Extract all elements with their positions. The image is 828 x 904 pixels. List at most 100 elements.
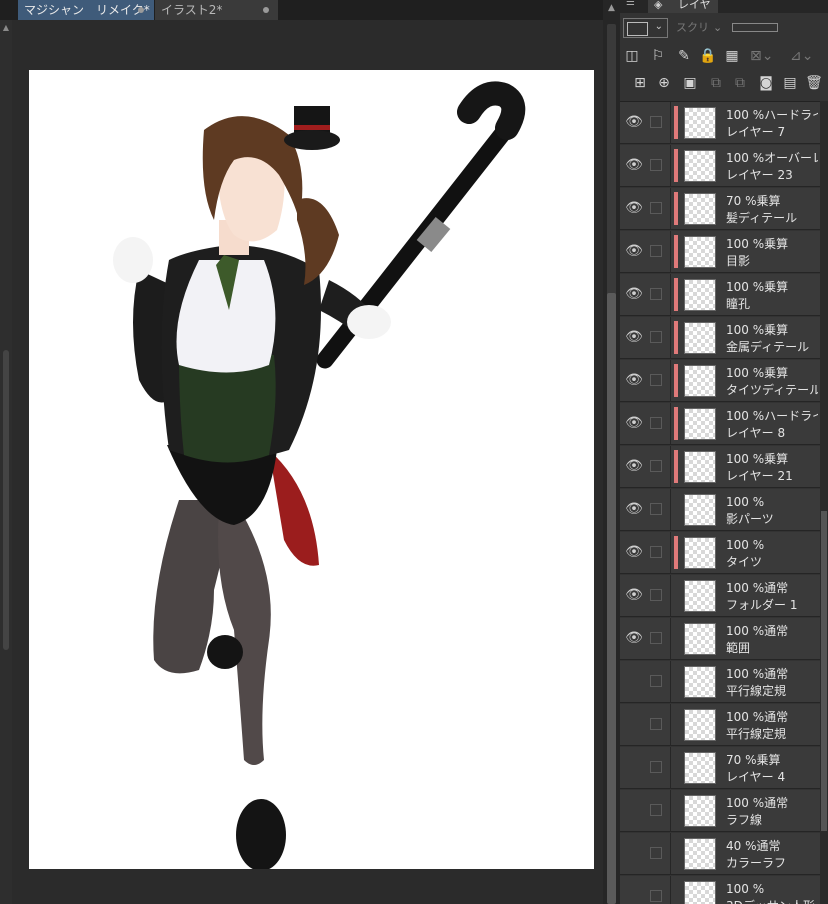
panel-menu-icon[interactable]: ☰ bbox=[626, 0, 635, 8]
eye-icon[interactable]: 👁 bbox=[624, 457, 644, 475]
eye-icon[interactable]: 👁 bbox=[624, 586, 644, 604]
lock-checkbox[interactable] bbox=[650, 589, 662, 601]
layer-name[interactable]: ラフ線 bbox=[726, 812, 818, 828]
tab-illust2[interactable]: イラスト2* bbox=[155, 0, 278, 20]
eye-icon[interactable]: 👁 bbox=[624, 328, 644, 346]
layer-name[interactable]: レイヤー 7 bbox=[726, 124, 818, 140]
eye-icon[interactable]: 👁 bbox=[624, 199, 644, 217]
layer-thumbnail[interactable] bbox=[684, 709, 716, 741]
layer-row[interactable]: 👁 100 % 影パーツ bbox=[620, 489, 820, 531]
lock-checkbox[interactable] bbox=[650, 245, 662, 257]
scrollbar-thumb[interactable] bbox=[607, 293, 616, 904]
layer-row[interactable]: 👁 100 %乗算 金属ディテール bbox=[620, 317, 820, 359]
eye-icon[interactable]: 👁 bbox=[624, 242, 644, 260]
layer-thumbnail[interactable] bbox=[684, 279, 716, 311]
ruler-icon[interactable]: ⊿⌄ bbox=[790, 45, 813, 67]
layer-name[interactable]: 瞳孔 bbox=[726, 296, 818, 312]
layer-name[interactable]: 影パーツ bbox=[726, 511, 818, 527]
layer-thumbnail[interactable] bbox=[684, 494, 716, 526]
eye-icon[interactable] bbox=[624, 844, 644, 862]
layer-thumbnail[interactable] bbox=[684, 838, 716, 870]
layer-name[interactable]: 髪ディテール bbox=[726, 210, 818, 226]
eye-icon[interactable] bbox=[624, 715, 644, 733]
transfer-down-icon[interactable]: ⧉ bbox=[706, 72, 726, 94]
delete-icon[interactable]: 🗑 bbox=[804, 72, 824, 94]
layer-row[interactable]: 👁 100 %乗算 タイツディテール bbox=[620, 360, 820, 402]
layer-name[interactable]: タイツディテール bbox=[726, 382, 818, 398]
layer-thumbnail[interactable] bbox=[684, 752, 716, 784]
draft-icon[interactable]: ✎ bbox=[674, 45, 694, 67]
layer-thumbnail[interactable] bbox=[684, 236, 716, 268]
layer-name[interactable]: 3Dデッサン人形 bbox=[726, 898, 818, 904]
layer-thumbnail[interactable] bbox=[684, 666, 716, 698]
lock-checkbox[interactable] bbox=[650, 632, 662, 644]
layer-thumbnail[interactable] bbox=[684, 408, 716, 440]
layer-name[interactable]: レイヤー 8 bbox=[726, 425, 818, 441]
eye-icon[interactable]: 👁 bbox=[624, 629, 644, 647]
lock-checkbox[interactable] bbox=[650, 460, 662, 472]
create-mask-icon[interactable]: ◙ bbox=[756, 72, 776, 94]
layer-row[interactable]: 👁 100 %乗算 目影 bbox=[620, 231, 820, 273]
scrollbar-thumb[interactable] bbox=[3, 350, 9, 650]
unsaved-dot-icon[interactable] bbox=[138, 7, 144, 13]
layer-row[interactable]: 👁 100 %通常 フォルダー 1 bbox=[620, 575, 820, 617]
layer-thumbnail[interactable] bbox=[684, 193, 716, 225]
eye-icon[interactable]: 👁 bbox=[624, 414, 644, 432]
eye-icon[interactable]: 👁 bbox=[624, 543, 644, 561]
lock-checkbox[interactable] bbox=[650, 202, 662, 214]
merge-down-icon[interactable]: ⧉ bbox=[730, 72, 750, 94]
scroll-up-icon[interactable]: ▲ bbox=[0, 22, 12, 34]
layer-row[interactable]: 👁 100 % タイツ bbox=[620, 532, 820, 574]
layer-name[interactable]: タイツ bbox=[726, 554, 818, 570]
eye-icon[interactable]: 👁 bbox=[624, 156, 644, 174]
lock-checkbox[interactable] bbox=[650, 331, 662, 343]
layer-row[interactable]: 👁 100 %オーバーレイレイヤー 23 bbox=[620, 145, 820, 187]
scrollbar-thumb[interactable] bbox=[821, 511, 827, 831]
layer-thumbnail[interactable] bbox=[684, 537, 716, 569]
eye-icon[interactable] bbox=[624, 758, 644, 776]
layer-thumbnail[interactable] bbox=[684, 580, 716, 612]
layer-row[interactable]: 100 %通常 平行線定規 bbox=[620, 661, 820, 703]
layer-thumbnail[interactable] bbox=[684, 322, 716, 354]
tab-magician-remake[interactable]: マジシャン リメイク* bbox=[18, 0, 154, 20]
new-raster-layer-icon[interactable]: ⊞ bbox=[630, 72, 650, 94]
eye-icon[interactable] bbox=[624, 801, 644, 819]
lock-checkbox[interactable] bbox=[650, 804, 662, 816]
apply-mask-icon[interactable]: ▤ bbox=[780, 72, 800, 94]
tab-layers[interactable]: ◈ レイヤー bbox=[648, 0, 718, 13]
canvas-paper[interactable] bbox=[29, 70, 594, 869]
lock-checkbox[interactable] bbox=[650, 159, 662, 171]
layer-thumbnail[interactable] bbox=[684, 795, 716, 827]
lock-checkbox[interactable] bbox=[650, 675, 662, 687]
layer-row[interactable]: 👁 100 %ハードライトレイヤー 7 bbox=[620, 102, 820, 144]
layer-row[interactable]: 👁 100 %乗算 レイヤー 21 bbox=[620, 446, 820, 488]
layer-row[interactable]: 👁 100 %乗算 瞳孔 bbox=[620, 274, 820, 316]
unsaved-dot-icon[interactable] bbox=[263, 7, 269, 13]
layer-thumbnail[interactable] bbox=[684, 451, 716, 483]
layer-name[interactable]: レイヤー 4 bbox=[726, 769, 818, 785]
layer-thumbnail[interactable] bbox=[684, 107, 716, 139]
layer-name[interactable]: 目影 bbox=[726, 253, 818, 269]
eye-icon[interactable] bbox=[624, 887, 644, 904]
layer-color-dropdown[interactable]: ⌄ bbox=[623, 18, 668, 38]
eye-icon[interactable] bbox=[624, 672, 644, 690]
layer-name[interactable]: レイヤー 21 bbox=[726, 468, 818, 484]
lock-icon[interactable]: 🔒 bbox=[698, 45, 718, 67]
lock-transparency-icon[interactable]: ▦ bbox=[722, 45, 742, 67]
canvas-right-scrollbar[interactable]: ▲ bbox=[603, 0, 620, 904]
layer-name[interactable]: レイヤー 23 bbox=[726, 167, 818, 183]
layer-thumbnail[interactable] bbox=[684, 365, 716, 397]
opacity-slider[interactable] bbox=[732, 23, 778, 32]
eye-icon[interactable]: 👁 bbox=[624, 500, 644, 518]
new-folder-icon[interactable]: ▣ bbox=[680, 72, 700, 94]
lock-checkbox[interactable] bbox=[650, 374, 662, 386]
scroll-up-icon[interactable]: ▲ bbox=[603, 2, 620, 14]
lock-checkbox[interactable] bbox=[650, 546, 662, 558]
layer-name[interactable]: 範囲 bbox=[726, 640, 818, 656]
lock-checkbox[interactable] bbox=[650, 847, 662, 859]
eye-icon[interactable]: 👁 bbox=[624, 371, 644, 389]
layer-row[interactable]: 100 %通常 ラフ線 bbox=[620, 790, 820, 832]
new-vector-layer-icon[interactable]: ⊕ bbox=[654, 72, 674, 94]
reference-icon[interactable]: ⚐ bbox=[648, 45, 668, 67]
layer-name[interactable]: 平行線定規 bbox=[726, 683, 818, 699]
